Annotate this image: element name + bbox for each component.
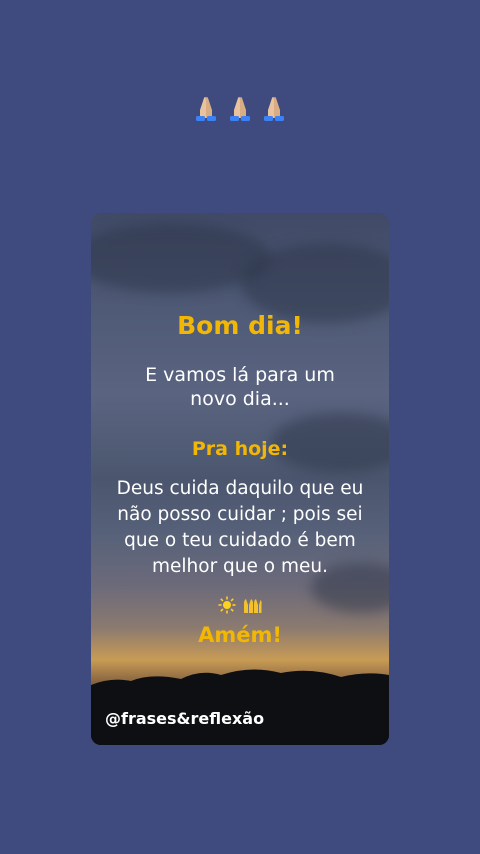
- quote-line: melhor que o meu.: [151, 556, 328, 577]
- quote-body: Deus cuida daquilo que eu não posso cuid…: [91, 476, 389, 580]
- sun-icon: [218, 596, 236, 614]
- author-handle[interactable]: @frases&reflexão: [105, 709, 264, 728]
- section-label: Pra hoje:: [191, 438, 289, 460]
- silhouette-hills: [91, 669, 389, 745]
- greeting-title: Bom dia!: [177, 311, 303, 340]
- folded-hands-icon: [196, 96, 216, 121]
- folded-hands-icon: [230, 96, 250, 121]
- subtitle-line: E vamos lá para um: [145, 364, 335, 386]
- closing-text: Amém!: [198, 623, 282, 647]
- subtitle-line: novo dia...: [190, 388, 290, 410]
- folded-hands-icon: [264, 96, 284, 121]
- quote-line: Deus cuida daquilo que eu: [116, 478, 364, 499]
- subtitle-text: E vamos lá para um novo dia...: [91, 363, 389, 411]
- quote-line: que o teu cuidado é bem: [124, 530, 356, 551]
- folded-hands-emoji-row: [0, 92, 480, 131]
- raised-hands-icon: [243, 599, 262, 613]
- quote-card[interactable]: Bom dia! E vamos lá para um novo dia... …: [91, 213, 389, 745]
- story-screen: Bom dia! E vamos lá para um novo dia... …: [0, 0, 480, 854]
- quote-line: não posso cuidar ; pois sei: [117, 504, 363, 525]
- decor-icons: [91, 594, 389, 615]
